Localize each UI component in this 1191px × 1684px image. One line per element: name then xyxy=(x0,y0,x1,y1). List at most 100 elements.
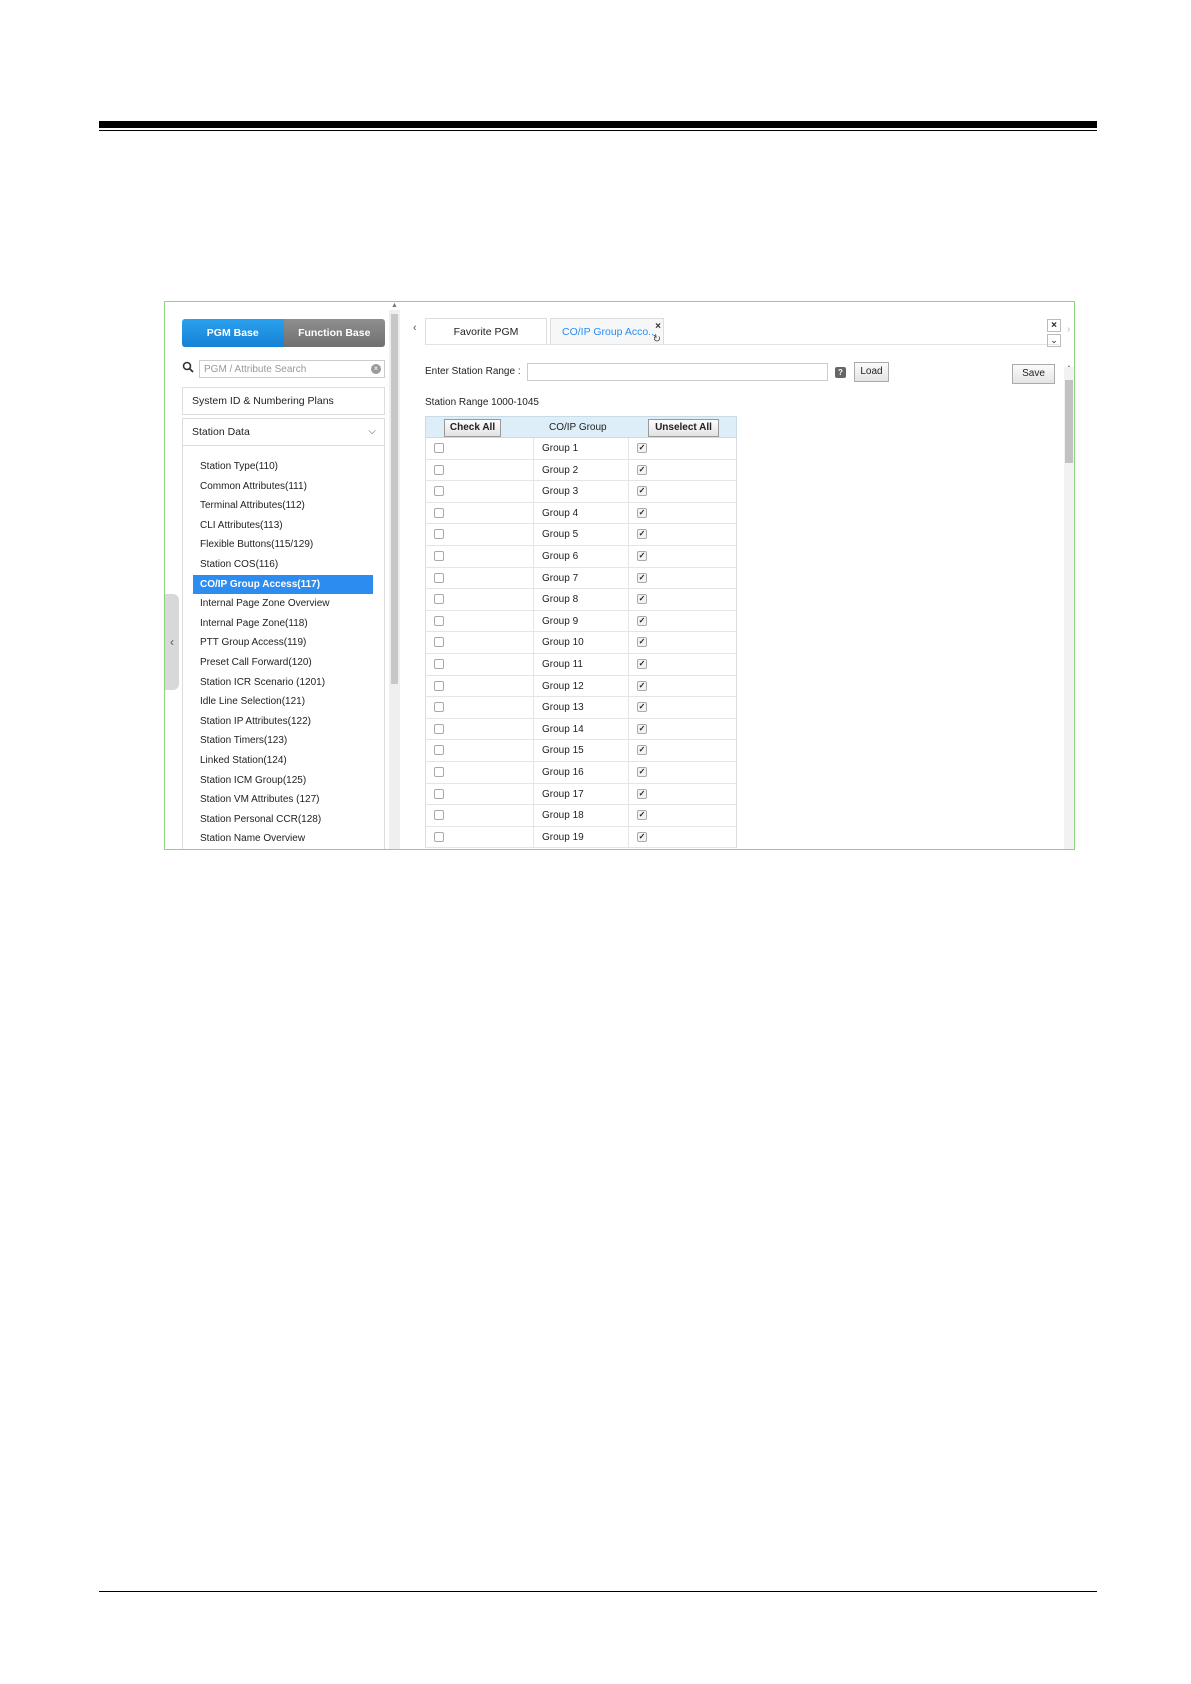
group-name-cell: Group 6 xyxy=(534,546,629,567)
menu-item-common-attributes[interactable]: Common Attributes(111) xyxy=(193,477,373,496)
group-access-checkbox[interactable]: ✓ xyxy=(637,745,647,756)
help-icon[interactable]: ? xyxy=(835,367,846,378)
row-select-cell xyxy=(426,740,534,761)
menu-item-internal-page-zone[interactable]: Internal Page Zone(118) xyxy=(193,614,373,633)
save-button[interactable]: Save xyxy=(1012,364,1055,384)
group-access-checkbox[interactable]: ✓ xyxy=(637,594,647,605)
load-button[interactable]: Load xyxy=(854,362,889,382)
tab-favorite-pgm[interactable]: Favorite PGM xyxy=(425,318,547,345)
menu-item-station-name-overview[interactable]: Station Name Overview xyxy=(193,829,373,848)
row-select-cell xyxy=(426,481,534,502)
pgm-base-button[interactable]: PGM Base xyxy=(182,319,284,347)
station-range-label: Enter Station Range : xyxy=(425,366,521,377)
menu-item-station-timers[interactable]: Station Timers(123) xyxy=(193,731,373,750)
menu-item-station-cos[interactable]: Station COS(116) xyxy=(193,555,373,574)
row-select-checkbox[interactable] xyxy=(434,443,444,453)
row-select-checkbox[interactable] xyxy=(434,637,444,648)
group-access-checkbox[interactable]: ✓ xyxy=(637,659,647,669)
group-access-checkbox[interactable]: ✓ xyxy=(637,637,647,648)
function-base-button[interactable]: Function Base xyxy=(283,319,385,347)
menu-item-co-ip-group-access[interactable]: CO/IP Group Access(117) xyxy=(193,574,373,594)
row-select-checkbox[interactable] xyxy=(434,831,444,842)
row-select-cell xyxy=(426,718,534,740)
content-scrollbar-thumb[interactable] xyxy=(1065,380,1073,463)
search-icon xyxy=(182,361,194,373)
group-access-checkbox[interactable]: ✓ xyxy=(637,529,647,540)
menu-item-station-type[interactable]: Station Type(110) xyxy=(193,457,373,476)
menu-item-station-vm-attributes[interactable]: Station VM Attributes (127) xyxy=(193,790,373,809)
row-select-checkbox[interactable] xyxy=(434,464,444,475)
group-access-checkbox[interactable]: ✓ xyxy=(637,615,647,626)
close-all-tabs-icon[interactable]: × xyxy=(1047,319,1061,332)
row-select-checkbox[interactable] xyxy=(434,810,444,821)
group-name-cell: Group 9 xyxy=(534,610,629,632)
tab-co-ip-group-access[interactable]: CO/IP Group Acco... × ↻ xyxy=(550,318,664,345)
row-select-checkbox[interactable] xyxy=(434,529,444,540)
row-select-checkbox[interactable] xyxy=(434,680,444,691)
group-access-checkbox[interactable]: ✓ xyxy=(637,680,647,691)
menu-item-station-personal-ccr[interactable]: Station Personal CCR(128) xyxy=(193,810,373,829)
row-select-cell xyxy=(426,438,534,459)
accordion-system-id[interactable]: System ID & Numbering Plans xyxy=(182,387,385,415)
refresh-icon[interactable]: ↻ xyxy=(653,326,661,353)
menu-item-terminal-attributes[interactable]: Terminal Attributes(112) xyxy=(193,496,373,515)
row-select-checkbox[interactable] xyxy=(434,745,444,756)
scroll-up-icon[interactable]: ▲ xyxy=(389,302,400,310)
menu-item-cli-attributes[interactable]: CLI Attributes(113) xyxy=(193,516,373,535)
menu-item-preset-call-forward[interactable]: Preset Call Forward(120) xyxy=(193,653,373,672)
left-scrollbar-thumb[interactable] xyxy=(391,314,398,684)
menu-item-linked-station[interactable]: Linked Station(124) xyxy=(193,751,373,770)
menu-item-idle-line-selection[interactable]: Idle Line Selection(121) xyxy=(193,692,373,711)
row-select-checkbox[interactable] xyxy=(434,659,444,669)
menu-item-station-ip-attributes[interactable]: Station IP Attributes(122) xyxy=(193,712,373,731)
group-access-checkbox[interactable]: ✓ xyxy=(637,464,647,475)
menu-item-ptt-group-access[interactable]: PTT Group Access(119) xyxy=(193,633,373,652)
base-toggle: PGM Base Function Base xyxy=(182,319,385,347)
group-name-cell: Group 15 xyxy=(534,740,629,761)
group-access-checkbox[interactable]: ✓ xyxy=(637,551,647,561)
row-select-cell xyxy=(426,589,534,610)
row-select-checkbox[interactable] xyxy=(434,615,444,626)
station-range-input[interactable] xyxy=(527,363,828,381)
group-access-checkbox[interactable]: ✓ xyxy=(637,486,647,497)
group-name-cell: Group 17 xyxy=(534,783,629,805)
row-select-cell xyxy=(426,654,534,675)
row-select-cell xyxy=(426,502,534,524)
row-select-checkbox[interactable] xyxy=(434,551,444,561)
group-name-cell: Group 5 xyxy=(534,524,629,545)
pgm-search-input[interactable]: PGM / Attribute Search × xyxy=(199,360,385,378)
tab-scroll-right-icon[interactable]: › xyxy=(1067,324,1070,335)
group-access-checkbox[interactable]: ✓ xyxy=(637,810,647,821)
row-select-checkbox[interactable] xyxy=(434,723,444,734)
group-access-checkbox[interactable]: ✓ xyxy=(637,767,647,777)
collapse-panel-handle[interactable]: ‹ xyxy=(165,594,179,690)
row-select-checkbox[interactable] xyxy=(434,594,444,605)
group-access-checkbox[interactable]: ✓ xyxy=(637,572,647,583)
tab-scroll-left-icon[interactable]: ‹ xyxy=(413,322,417,334)
menu-item-station-icr-scenario[interactable]: Station ICR Scenario (1201) xyxy=(193,673,373,692)
menu-item-flexible-buttons[interactable]: Flexible Buttons(115/129) xyxy=(193,535,373,554)
group-name-cell: Group 16 xyxy=(534,762,629,783)
accordion-station-data[interactable]: Station Data ⌵ xyxy=(182,418,385,446)
table-row: Group 4 ✓ xyxy=(425,502,737,525)
row-select-checkbox[interactable] xyxy=(434,788,444,799)
group-access-checkbox[interactable]: ✓ xyxy=(637,443,647,453)
menu-item-internal-page-zone-overview[interactable]: Internal Page Zone Overview xyxy=(193,594,373,613)
clear-icon[interactable]: × xyxy=(371,364,381,374)
group-access-checkbox[interactable]: ✓ xyxy=(637,788,647,799)
accordion-label: System ID & Numbering Plans xyxy=(192,395,334,407)
row-select-checkbox[interactable] xyxy=(434,486,444,497)
row-select-checkbox[interactable] xyxy=(434,572,444,583)
group-access-checkbox[interactable]: ✓ xyxy=(637,507,647,518)
unselect-all-button[interactable]: Unselect All xyxy=(648,419,719,437)
chevron-down-icon[interactable]: ⌄ xyxy=(1047,334,1061,347)
group-access-checkbox[interactable]: ✓ xyxy=(637,831,647,842)
group-access-checkbox[interactable]: ✓ xyxy=(637,723,647,734)
row-select-checkbox[interactable] xyxy=(434,507,444,518)
row-select-checkbox[interactable] xyxy=(434,767,444,777)
check-all-button[interactable]: Check All xyxy=(444,419,501,437)
group-access-checkbox[interactable]: ✓ xyxy=(637,702,647,713)
row-select-checkbox[interactable] xyxy=(434,702,444,713)
table-row: Group 3 ✓ xyxy=(425,481,737,503)
menu-item-station-icm-group[interactable]: Station ICM Group(125) xyxy=(193,771,373,790)
